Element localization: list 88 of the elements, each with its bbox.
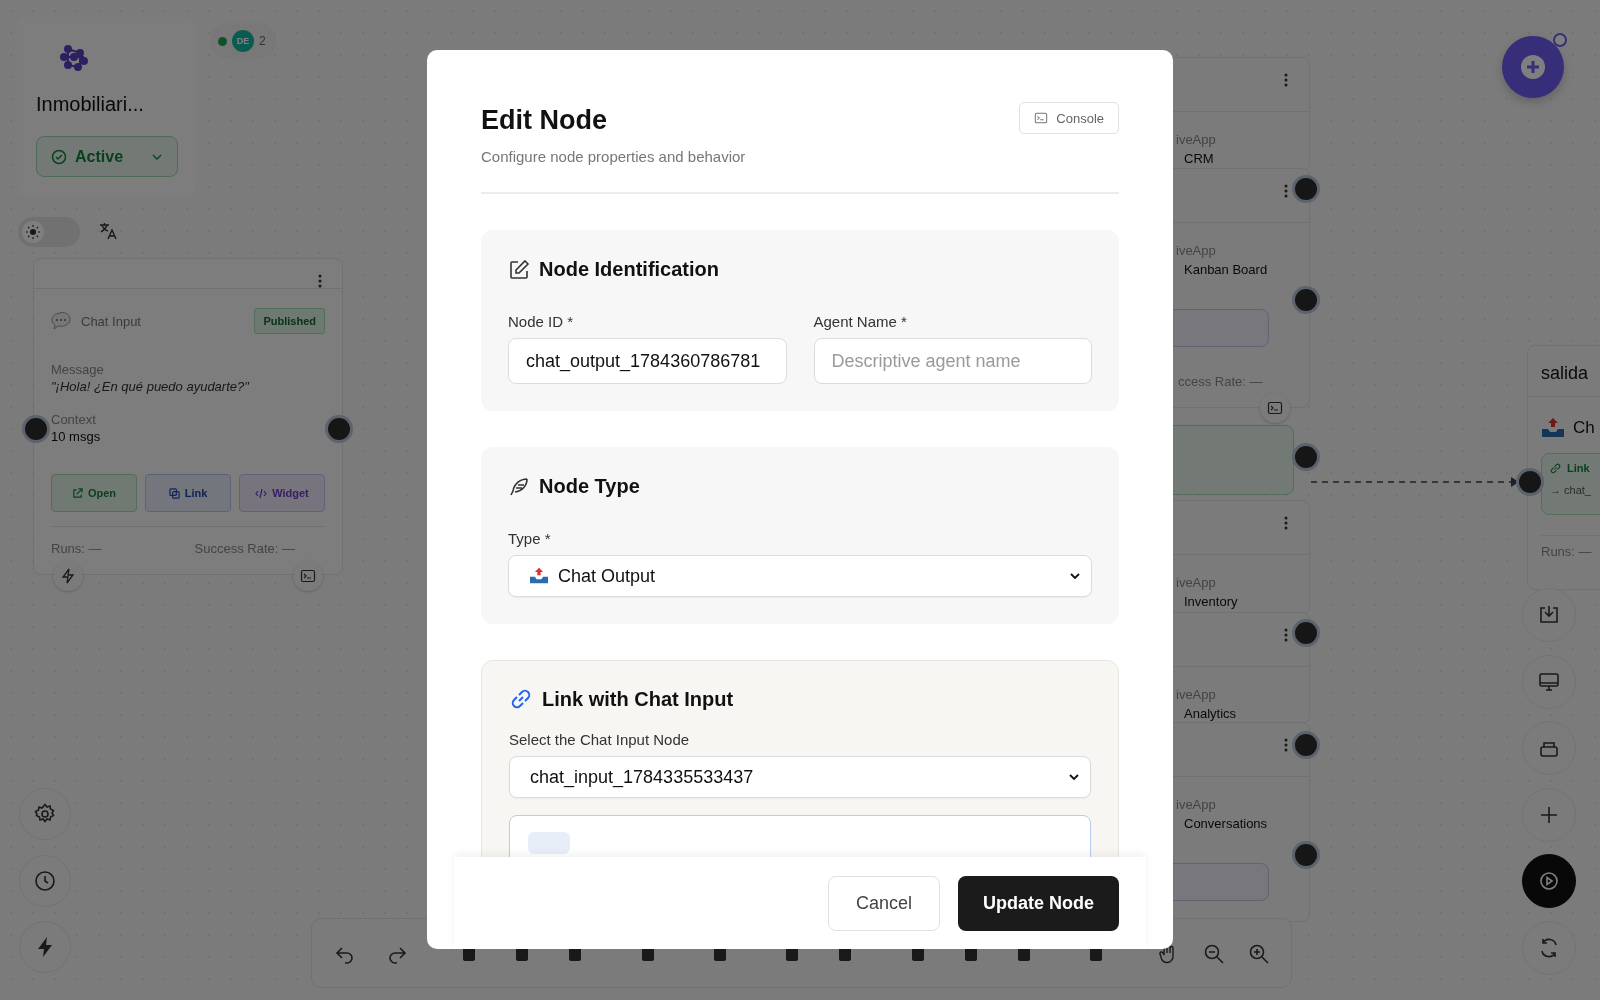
network-logo-icon — [60, 43, 88, 71]
zoom-in-icon[interactable] — [1248, 943, 1270, 965]
sun-icon — [22, 221, 44, 243]
bolt-button[interactable] — [53, 561, 83, 591]
app-name: Inventory — [1184, 594, 1238, 609]
play-icon — [1537, 869, 1561, 893]
more-icon[interactable] — [1284, 184, 1288, 198]
more-icon[interactable] — [318, 274, 322, 288]
theme-toggle[interactable] — [18, 217, 80, 247]
play-button[interactable] — [1522, 854, 1576, 908]
connection-port[interactable] — [328, 418, 350, 440]
field-label: Select the Chat Input Node — [509, 731, 691, 748]
translate-icon[interactable] — [98, 221, 118, 241]
notification-dot — [1553, 33, 1567, 47]
node-title: salida — [1528, 346, 1600, 397]
outbox-tray-icon — [1541, 417, 1565, 439]
zoom-out-icon[interactable] — [1203, 943, 1225, 965]
agent-name-field[interactable]: Descriptive agent name — [813, 338, 1092, 384]
code-icon — [255, 487, 268, 499]
terminal-icon — [300, 568, 316, 584]
clock-icon — [33, 869, 57, 893]
dialog-title: Edit Node — [481, 105, 608, 136]
more-icon[interactable] — [1284, 73, 1288, 87]
connection-port[interactable] — [1295, 734, 1317, 756]
update-node-button[interactable]: Update Node — [958, 875, 1119, 931]
section-title: Node Type — [539, 475, 640, 498]
connection-port[interactable] — [1295, 844, 1317, 866]
connection-port[interactable] — [1295, 289, 1317, 311]
user-count: 2 — [259, 34, 266, 48]
field-label: Type * — [508, 530, 552, 547]
outbox-tray-icon — [529, 567, 549, 585]
success-rate-text: Success Rate: — — [194, 541, 295, 556]
online-dot — [218, 36, 227, 46]
add-fab[interactable] — [1502, 36, 1564, 98]
section-title: Node Identification — [539, 258, 719, 281]
node-title: Chat Input — [81, 313, 141, 329]
speech-bubble-icon — [51, 312, 71, 330]
link-target: → chat_ — [1550, 484, 1592, 496]
check-circle-icon — [51, 148, 67, 165]
settings-button[interactable] — [19, 788, 71, 840]
edit-icon — [508, 258, 530, 281]
chat-input-select[interactable]: chat_input_1784335533437 — [509, 756, 1091, 798]
connection-port[interactable] — [25, 418, 47, 440]
app-name: CRM — [1184, 151, 1214, 166]
published-badge: Published — [254, 308, 325, 334]
context-label: Context — [50, 412, 97, 427]
terminal-icon — [1267, 400, 1283, 416]
message-text: "¡Hola! ¿En qué puedo ayudarte?" — [50, 378, 251, 394]
chevron-down-icon — [1069, 570, 1081, 582]
history-button[interactable] — [19, 855, 71, 907]
field-label: Node ID * — [508, 313, 575, 330]
project-name: Inmobiliari... — [36, 93, 145, 116]
terminal-button[interactable] — [293, 561, 323, 591]
chevron-down-icon — [1068, 771, 1080, 783]
app-name: Kanban Board — [1184, 262, 1268, 277]
copy-icon — [168, 487, 180, 499]
dialog-subtitle: Configure node properties and behavior — [481, 148, 746, 165]
cancel-button[interactable]: Cancel — [828, 875, 940, 931]
tag-chip — [528, 832, 570, 854]
terminal-icon — [1034, 111, 1049, 125]
field-label: Agent Name * — [813, 313, 908, 330]
node-type-text: Ch — [1573, 418, 1595, 438]
runs-text: Runs: — — [51, 541, 102, 556]
terminal-button[interactable] — [1260, 393, 1290, 423]
external-link-icon — [71, 487, 83, 499]
bolt-button[interactable] — [19, 921, 71, 973]
console-button[interactable]: Console — [1019, 102, 1119, 134]
more-icon[interactable] — [1284, 628, 1288, 642]
user-avatar: DE — [232, 30, 254, 52]
plus-icon — [1520, 54, 1546, 80]
feather-icon — [508, 475, 530, 498]
message-label: Message — [50, 362, 105, 377]
more-icon[interactable] — [1284, 738, 1288, 752]
context-value: 10 msgs — [50, 428, 102, 444]
section-title: Link with Chat Input — [542, 687, 734, 711]
bolt-icon — [60, 568, 76, 584]
type-select[interactable]: Chat Output — [508, 555, 1092, 597]
app-name: Conversations — [1184, 816, 1268, 831]
app-name: Analytics — [1184, 706, 1237, 721]
connection-port[interactable] — [1295, 622, 1317, 644]
link-icon — [1550, 462, 1561, 474]
node-id-field[interactable]: chat_output_1784360786781 — [508, 338, 787, 384]
connection-port[interactable] — [1519, 471, 1541, 493]
connection-port[interactable] — [1295, 446, 1317, 468]
connection-port[interactable] — [1295, 178, 1317, 200]
link-text: Link — [1567, 462, 1590, 474]
more-icon[interactable] — [1284, 516, 1288, 530]
link-icon — [509, 687, 533, 711]
